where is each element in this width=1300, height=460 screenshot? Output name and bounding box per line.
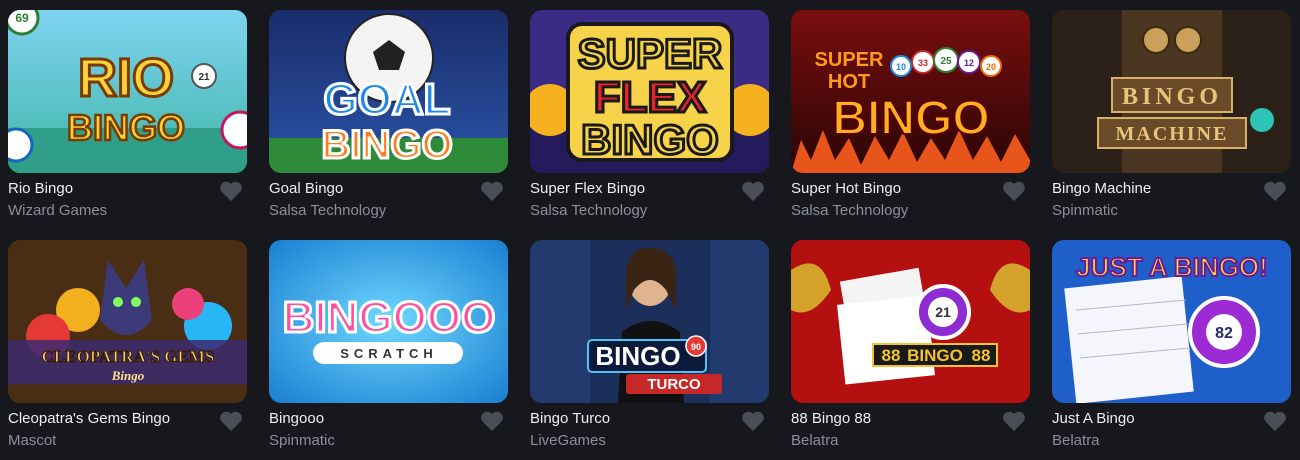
- game-thumbnail[interactable]: BINGO MACHINE: [1052, 10, 1291, 173]
- svg-text:SUPER: SUPER: [815, 49, 884, 71]
- bingo-turco-art: BINGO 90 TURCO: [530, 240, 769, 403]
- game-card-super-flex-bingo[interactable]: SUPER FLEX BINGO Super Flex Bingo Salsa …: [530, 10, 769, 230]
- game-provider: LiveGames: [530, 432, 606, 449]
- game-title[interactable]: Goal Bingo: [269, 180, 508, 198]
- bingo-machine-art: BINGO MACHINE: [1052, 10, 1291, 173]
- game-card-bingo-machine[interactable]: BINGO MACHINE Bingo Machine Spinmatic: [1052, 10, 1291, 230]
- svg-text:21: 21: [198, 72, 210, 83]
- svg-text:SCRATCH: SCRATCH: [340, 346, 438, 361]
- favorite-heart-icon[interactable]: [219, 180, 243, 202]
- favorite-heart-icon[interactable]: [1002, 180, 1026, 202]
- svg-text:10: 10: [896, 62, 906, 72]
- favorite-heart-icon[interactable]: [1002, 410, 1026, 432]
- svg-text:BINGOOO: BINGOOO: [283, 293, 496, 342]
- game-title[interactable]: Bingooo: [269, 410, 508, 428]
- svg-text:90: 90: [691, 342, 701, 352]
- svg-text:JUST A BINGO!: JUST A BINGO!: [1076, 252, 1268, 282]
- svg-text:25: 25: [940, 56, 952, 67]
- game-title[interactable]: Bingo Turco: [530, 410, 769, 428]
- game-card-cleopatras-gems-bingo[interactable]: CLEOPATRA'S GEMS Bingo Cleopatra's Gems …: [8, 240, 247, 460]
- svg-text:BINGO: BINGO: [581, 116, 719, 163]
- svg-text:SUPER: SUPER: [578, 30, 723, 77]
- game-title[interactable]: Cleopatra's Gems Bingo: [8, 410, 247, 428]
- svg-text:BINGO: BINGO: [67, 107, 185, 148]
- svg-text:Bingo: Bingo: [111, 368, 145, 383]
- game-card-rio-bingo[interactable]: 69 21 RIO BINGO Rio Bingo Wizard Games: [8, 10, 247, 230]
- game-title[interactable]: Just A Bingo: [1052, 410, 1291, 428]
- game-provider: Belatra: [791, 432, 839, 449]
- game-thumbnail[interactable]: 21 88 BINGO 88: [791, 240, 1030, 403]
- bingooo-art: BINGOOO SCRATCH: [269, 240, 508, 403]
- svg-text:69: 69: [15, 11, 29, 25]
- game-title[interactable]: Super Hot Bingo: [791, 180, 1030, 198]
- svg-text:BINGO: BINGO: [595, 341, 680, 371]
- 88-bingo-88-art: 21 88 BINGO 88: [791, 240, 1030, 403]
- svg-text:MACHINE: MACHINE: [1116, 123, 1229, 145]
- favorite-heart-icon[interactable]: [219, 410, 243, 432]
- svg-text:BINGO: BINGO: [321, 123, 452, 167]
- cleopatras-gems-bingo-art: CLEOPATRA'S GEMS Bingo: [8, 240, 247, 403]
- svg-text:BINGO: BINGO: [907, 346, 963, 365]
- rio-bingo-art: 69 21 RIO BINGO: [8, 10, 247, 173]
- svg-text:88: 88: [972, 346, 991, 365]
- svg-text:BINGO: BINGO: [1122, 84, 1222, 110]
- game-grid: 69 21 RIO BINGO Rio Bingo Wizard Games G…: [8, 10, 1292, 460]
- svg-text:HOT: HOT: [828, 71, 870, 93]
- game-card-88-bingo-88[interactable]: 21 88 BINGO 88 88 Bingo 88 Belatra: [791, 240, 1030, 460]
- game-thumbnail[interactable]: BINGOOO SCRATCH: [269, 240, 508, 403]
- favorite-heart-icon[interactable]: [480, 410, 504, 432]
- favorite-heart-icon[interactable]: [480, 180, 504, 202]
- game-thumbnail[interactable]: CLEOPATRA'S GEMS Bingo: [8, 240, 247, 403]
- super-hot-bingo-art: SUPER HOT 10 33 25 12 20 BINGO: [791, 10, 1030, 173]
- super-flex-bingo-art: SUPER FLEX BINGO: [530, 10, 769, 173]
- game-provider: Salsa Technology: [269, 202, 387, 219]
- game-card-bingooo[interactable]: BINGOOO SCRATCH Bingooo Spinmatic: [269, 240, 508, 460]
- game-title[interactable]: 88 Bingo 88: [791, 410, 1030, 428]
- favorite-heart-icon[interactable]: [741, 180, 765, 202]
- svg-text:21: 21: [935, 304, 951, 320]
- game-provider: Mascot: [8, 432, 57, 449]
- game-thumbnail[interactable]: 82 JUST A BINGO!: [1052, 240, 1291, 403]
- svg-text:RIO: RIO: [78, 48, 174, 108]
- game-provider: Belatra: [1052, 432, 1100, 449]
- game-thumbnail[interactable]: GOAL BINGO: [269, 10, 508, 173]
- game-card-goal-bingo[interactable]: GOAL BINGO Goal Bingo Salsa Technology: [269, 10, 508, 230]
- game-card-super-hot-bingo[interactable]: SUPER HOT 10 33 25 12 20 BINGO Super Hot…: [791, 10, 1030, 230]
- favorite-heart-icon[interactable]: [1263, 180, 1287, 202]
- game-provider: Salsa Technology: [530, 202, 648, 219]
- game-thumbnail[interactable]: SUPER FLEX BINGO: [530, 10, 769, 173]
- svg-text:12: 12: [964, 58, 974, 68]
- game-card-bingo-turco[interactable]: BINGO 90 TURCO Bingo Turco LiveGames: [530, 240, 769, 460]
- favorite-heart-icon[interactable]: [1263, 410, 1287, 432]
- game-card-just-a-bingo[interactable]: 82 JUST A BINGO! Just A Bingo Belatra: [1052, 240, 1291, 460]
- svg-text:BINGO: BINGO: [832, 92, 989, 145]
- game-title[interactable]: Rio Bingo: [8, 180, 247, 198]
- game-provider: Spinmatic: [1052, 202, 1118, 219]
- game-provider: Spinmatic: [269, 432, 335, 449]
- svg-text:20: 20: [986, 62, 996, 72]
- svg-text:88: 88: [882, 346, 901, 365]
- svg-text:FLEX: FLEX: [594, 73, 706, 122]
- svg-text:82: 82: [1215, 325, 1233, 342]
- svg-text:TURCO: TURCO: [647, 376, 701, 393]
- just-a-bingo-art: 82 JUST A BINGO!: [1052, 240, 1291, 403]
- svg-text:CLEOPATRA'S GEMS: CLEOPATRA'S GEMS: [42, 347, 215, 366]
- svg-text:33: 33: [918, 58, 928, 68]
- game-thumbnail[interactable]: 69 21 RIO BINGO: [8, 10, 247, 173]
- game-title[interactable]: Bingo Machine: [1052, 180, 1291, 198]
- goal-bingo-art: GOAL BINGO: [269, 10, 508, 173]
- favorite-heart-icon[interactable]: [741, 410, 765, 432]
- game-thumbnail[interactable]: SUPER HOT 10 33 25 12 20 BINGO: [791, 10, 1030, 173]
- game-thumbnail[interactable]: BINGO 90 TURCO: [530, 240, 769, 403]
- game-provider: Salsa Technology: [791, 202, 909, 219]
- game-title[interactable]: Super Flex Bingo: [530, 180, 769, 198]
- svg-text:GOAL: GOAL: [323, 75, 450, 124]
- game-provider: Wizard Games: [8, 202, 108, 219]
